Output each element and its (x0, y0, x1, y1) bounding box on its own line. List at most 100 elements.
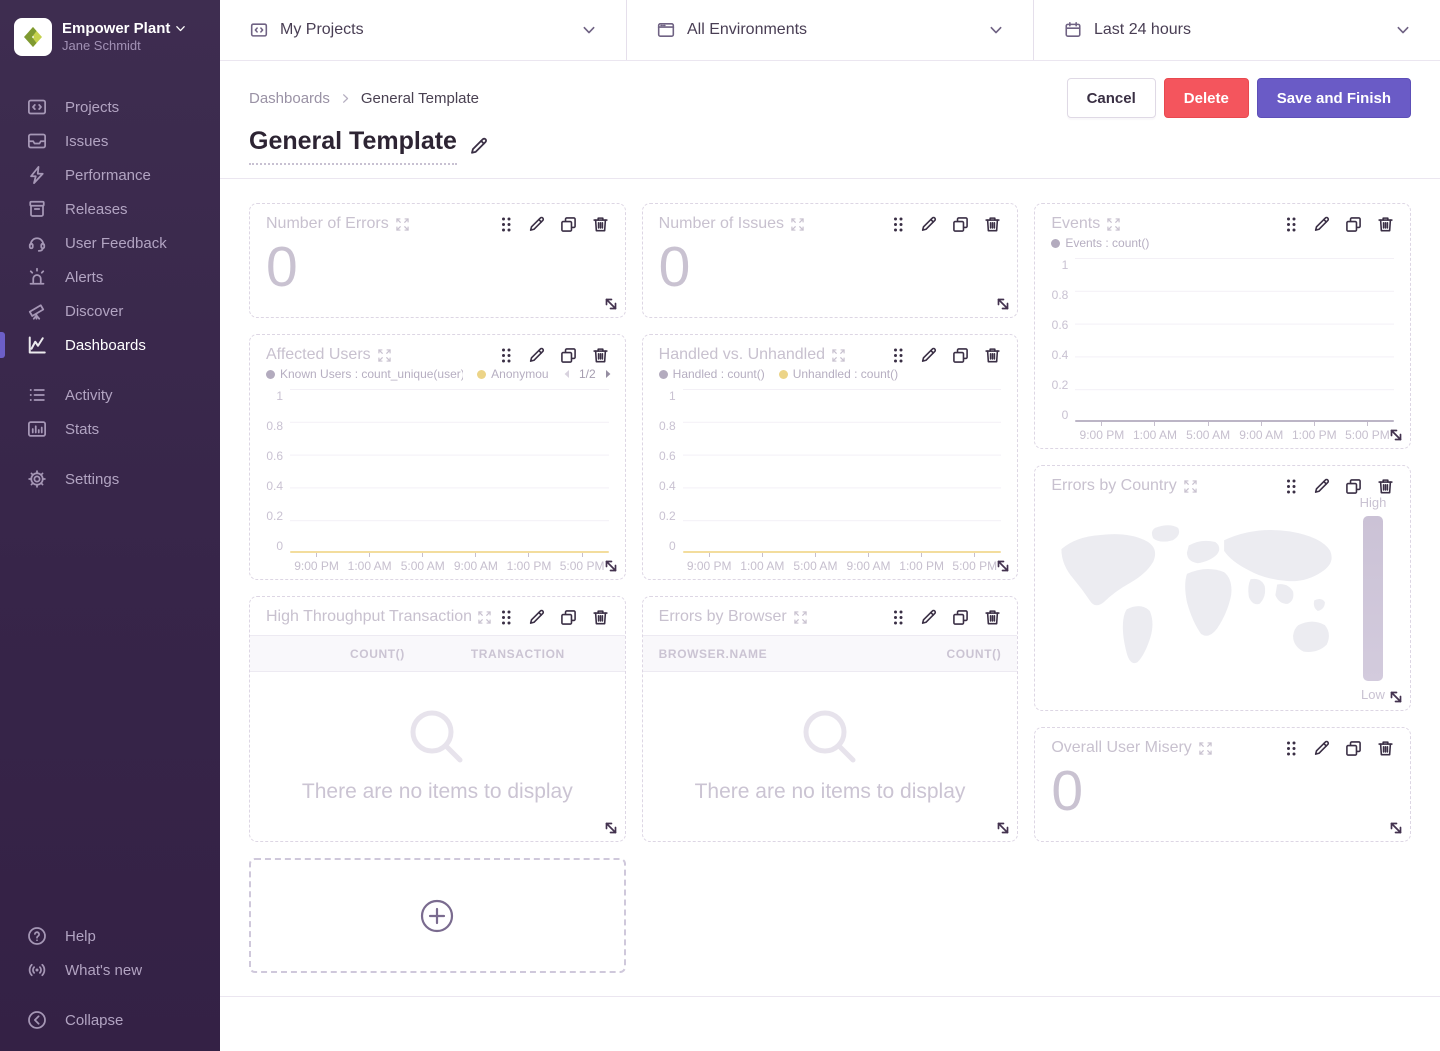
sidebar-item-alerts[interactable]: Alerts (0, 260, 220, 294)
resize-handle-icon[interactable] (603, 558, 619, 574)
org-switcher[interactable]: Empower Plant Jane Schmidt (0, 10, 220, 66)
sidebar-item-user-feedback[interactable]: User Feedback (0, 226, 220, 260)
add-widget-tile[interactable] (249, 858, 626, 973)
legend-item[interactable]: Events : count() (1051, 236, 1149, 250)
delete-widget-icon[interactable] (1377, 216, 1394, 233)
duplicate-widget-icon[interactable] (560, 216, 577, 233)
y-tick-label: 0.8 (659, 419, 676, 433)
x-tick-label: 9:00 PM (294, 559, 339, 573)
sidebar-item-stats[interactable]: Stats (0, 412, 220, 446)
duplicate-widget-icon[interactable] (1345, 478, 1362, 495)
drag-handle-icon[interactable] (499, 216, 513, 233)
resize-handle-icon[interactable] (995, 558, 1011, 574)
edit-widget-icon[interactable] (920, 216, 937, 233)
edit-widget-icon[interactable] (920, 347, 937, 364)
drag-handle-icon[interactable] (891, 216, 905, 233)
resize-handle-icon[interactable] (603, 296, 619, 312)
expand-icon[interactable] (478, 611, 491, 624)
edit-widget-icon[interactable] (1313, 216, 1330, 233)
sidebar-item-dashboards[interactable]: Dashboards (0, 328, 220, 362)
drag-handle-icon[interactable] (499, 609, 513, 626)
sidebar-item-projects[interactable]: Projects (0, 90, 220, 124)
drag-handle-icon[interactable] (891, 609, 905, 626)
legend-item[interactable]: Anonymou (477, 367, 548, 381)
handled-line-chart: 10.80.60.40.20 9:00 PM 1:00 AM 5:00 AM 9… (643, 381, 1018, 579)
expand-icon[interactable] (832, 349, 845, 362)
sidebar-item-settings[interactable]: Settings (0, 462, 220, 496)
sidebar-item-whats-new[interactable]: What's new (0, 953, 220, 987)
sidebar-item-discover[interactable]: Discover (0, 294, 220, 328)
cancel-button[interactable]: Cancel (1067, 78, 1156, 118)
sidebar-item-activity[interactable]: Activity (0, 378, 220, 412)
resize-handle-icon[interactable] (995, 296, 1011, 312)
legend-item[interactable]: Unhandled : count() (779, 367, 898, 381)
edit-title-pencil-icon[interactable] (469, 137, 488, 156)
expand-icon[interactable] (1199, 742, 1212, 755)
delete-widget-icon[interactable] (592, 347, 609, 364)
duplicate-widget-icon[interactable] (560, 609, 577, 626)
heatmap-gradient-bar (1363, 516, 1383, 681)
delete-widget-icon[interactable] (1377, 478, 1394, 495)
resize-handle-icon[interactable] (603, 820, 619, 836)
drag-handle-icon[interactable] (1284, 740, 1298, 757)
drag-handle-icon[interactable] (499, 347, 513, 364)
expand-icon[interactable] (1184, 480, 1197, 493)
legend-next-icon[interactable] (603, 369, 613, 379)
sidebar-item-help[interactable]: Help (0, 919, 220, 953)
edit-widget-icon[interactable] (528, 609, 545, 626)
legend-prev-icon[interactable] (562, 369, 572, 379)
column-header[interactable]: BROWSER.NAME (659, 647, 768, 661)
duplicate-widget-icon[interactable] (952, 216, 969, 233)
duplicate-widget-icon[interactable] (952, 609, 969, 626)
duplicate-widget-icon[interactable] (1345, 216, 1362, 233)
expand-icon[interactable] (378, 349, 391, 362)
delete-widget-icon[interactable] (592, 216, 609, 233)
sidebar-item-releases[interactable]: Releases (0, 192, 220, 226)
drag-handle-icon[interactable] (1284, 478, 1298, 495)
x-tick-label: 5:00 AM (793, 559, 837, 573)
duplicate-widget-icon[interactable] (560, 347, 577, 364)
resize-handle-icon[interactable] (995, 820, 1011, 836)
project-filter[interactable]: My Projects (220, 0, 626, 60)
legend-page-indicator: 1/2 (579, 367, 596, 381)
delete-widget-icon[interactable] (984, 216, 1001, 233)
delete-widget-icon[interactable] (592, 609, 609, 626)
edit-widget-icon[interactable] (1313, 740, 1330, 757)
expand-icon[interactable] (791, 218, 804, 231)
legend-item[interactable]: Known Users : count_unique(user) (266, 367, 463, 381)
edit-widget-icon[interactable] (528, 347, 545, 364)
drag-handle-icon[interactable] (891, 347, 905, 364)
resize-handle-icon[interactable] (1388, 689, 1404, 705)
date-range-filter[interactable]: Last 24 hours (1033, 0, 1440, 60)
legend-label: Handled : count() (673, 367, 765, 381)
delete-button[interactable]: Delete (1164, 78, 1249, 118)
sidebar-collapse-button[interactable]: Collapse (0, 1003, 220, 1037)
duplicate-widget-icon[interactable] (1345, 740, 1362, 757)
column-header[interactable]: COUNT() (350, 647, 405, 661)
search-icon (797, 704, 863, 770)
expand-icon[interactable] (396, 218, 409, 231)
save-and-finish-button[interactable]: Save and Finish (1257, 78, 1411, 118)
resize-handle-icon[interactable] (1388, 427, 1404, 443)
drag-handle-icon[interactable] (1284, 216, 1298, 233)
delete-widget-icon[interactable] (984, 347, 1001, 364)
environment-filter[interactable]: All Environments (626, 0, 1033, 60)
expand-icon[interactable] (794, 611, 807, 624)
duplicate-widget-icon[interactable] (952, 347, 969, 364)
breadcrumb-dashboards-link[interactable]: Dashboards (249, 90, 330, 107)
delete-widget-icon[interactable] (1377, 740, 1394, 757)
column-header[interactable]: TRANSACTION (471, 647, 565, 661)
legend-item[interactable]: Handled : count() (659, 367, 765, 381)
edit-widget-icon[interactable] (1313, 478, 1330, 495)
x-tick-label: 1:00 PM (899, 559, 944, 573)
column-header[interactable]: COUNT() (946, 647, 1001, 661)
delete-widget-icon[interactable] (984, 609, 1001, 626)
resize-handle-icon[interactable] (1388, 820, 1404, 836)
edit-widget-icon[interactable] (528, 216, 545, 233)
table-header-row: BROWSER.NAME COUNT() (643, 635, 1018, 672)
sidebar-item-performance[interactable]: Performance (0, 158, 220, 192)
empty-state-text: There are no items to display (695, 780, 966, 804)
sidebar-item-issues[interactable]: Issues (0, 124, 220, 158)
expand-icon[interactable] (1107, 218, 1120, 231)
edit-widget-icon[interactable] (920, 609, 937, 626)
